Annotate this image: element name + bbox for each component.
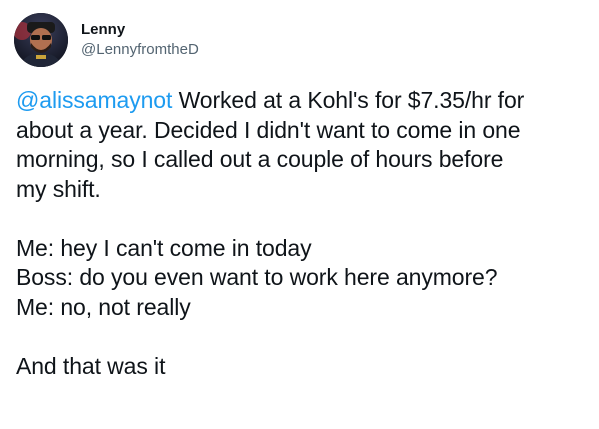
tweet-line: @alissamaynot Worked at a Kohl's for $7.… — [16, 86, 591, 116]
tweet-line: Boss: do you even want to work here anym… — [16, 264, 498, 290]
avatar[interactable] — [14, 13, 68, 67]
display-name[interactable]: Lenny — [81, 20, 199, 40]
tweet-line: about a year. Decided I didn't want to c… — [16, 116, 521, 143]
tweet-card: Lenny @LennyfromtheD @alissamaynot Worke… — [0, 0, 599, 429]
tweet-text: @alissamaynot Worked at a Kohl's for $7.… — [16, 86, 591, 381]
mention-link[interactable]: @alissamaynot — [16, 87, 172, 113]
tweet-text-segment: Worked at a Kohl's for $7.35/hr for — [172, 87, 525, 113]
tweet-line: And that was it — [16, 352, 166, 379]
tweet-line: morning, so I called out a couple of hou… — [16, 146, 504, 172]
tweet-line: Me: hey I can't come in today — [16, 234, 312, 261]
tweet-line: my shift. — [16, 175, 101, 202]
avatar-image — [14, 13, 68, 67]
tweet-line: Me: no, not really — [16, 293, 191, 320]
user-handle[interactable]: @LennyfromtheD — [81, 40, 199, 60]
tweet-header: Lenny @LennyfromtheD — [14, 12, 199, 68]
user-names: Lenny @LennyfromtheD — [81, 20, 199, 60]
